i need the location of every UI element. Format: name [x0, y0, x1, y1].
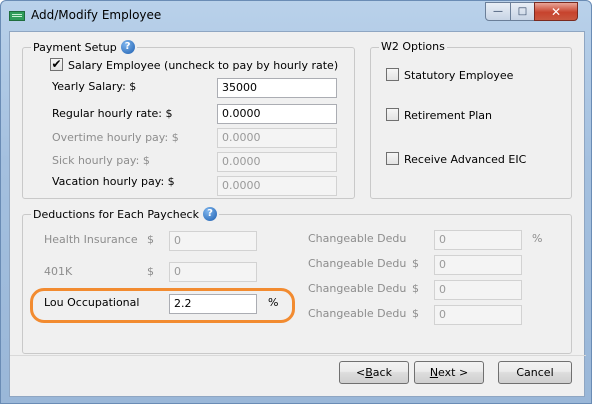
dialog-body: Payment Setup ? ✔ Salary Employee (unche… [9, 31, 586, 397]
back-button[interactable]: < Back [339, 361, 409, 384]
advanced-eic-label: Receive Advanced EIC [404, 153, 527, 166]
minimize-button[interactable]: — [485, 2, 511, 21]
close-button[interactable]: ✕ [534, 2, 578, 21]
changeable-deduction-1-label: Changeable Dedu [308, 232, 407, 245]
next-button[interactable]: Next > [414, 361, 484, 384]
changeable-deduction-1-unit: % [532, 232, 543, 245]
payment-help-icon[interactable]: ? [120, 40, 135, 54]
window-title: Add/Modify Employee [31, 8, 162, 22]
payment-setup-legend: Payment Setup [33, 40, 117, 54]
title-bar[interactable]: Add/Modify Employee — □ ✕ [1, 1, 591, 31]
regular-hourly-rate-label: Regular hourly rate: $ [52, 107, 173, 120]
yearly-salary-input[interactable]: 35000 [217, 78, 337, 98]
yearly-salary-label: Yearly Salary: $ [52, 80, 137, 93]
retirement-plan-checkbox[interactable] [386, 108, 399, 121]
overtime-hourly-pay-label: Overtime hourly pay: $ [52, 131, 179, 144]
w2-options-legend: W2 Options [381, 40, 445, 53]
changeable-deduction-2-input[interactable]: 0 [434, 255, 522, 275]
changeable-deduction-3-input[interactable]: 0 [434, 280, 522, 300]
sick-hourly-pay-label: Sick hourly pay: $ [52, 154, 150, 167]
occupational-tax-unit: % [268, 296, 279, 309]
deductions-help-icon[interactable]: ? [202, 207, 217, 221]
changeable-deduction-1-input[interactable]: 0 [434, 230, 522, 250]
changeable-deduction-2-label: Changeable Dedu [308, 257, 407, 270]
salary-employee-checkbox[interactable]: ✔ [50, 58, 63, 71]
401k-unit: $ [147, 265, 154, 278]
401k-label: 401K [44, 265, 73, 278]
app-icon [9, 11, 25, 21]
changeable-deduction-3-label: Changeable Dedu [308, 282, 407, 295]
changeable-deduction-3-unit: $ [412, 282, 419, 295]
sick-hourly-pay-input[interactable]: 0.0000 [217, 152, 337, 172]
salary-employee-label: Salary Employee (uncheck to pay by hourl… [68, 59, 339, 72]
vacation-hourly-pay-label: Vacation hourly pay: $ [52, 175, 175, 188]
button-area-separator [10, 355, 586, 356]
occupational-tax-input[interactable]: 2.2 [169, 294, 257, 314]
vacation-hourly-pay-input[interactable]: 0.0000 [217, 176, 337, 196]
changeable-deduction-4-unit: $ [412, 307, 419, 320]
overtime-hourly-pay-input[interactable]: 0.0000 [217, 128, 337, 148]
maximize-button[interactable]: □ [510, 2, 535, 21]
statutory-employee-label: Statutory Employee [404, 69, 514, 82]
401k-input[interactable]: 0 [169, 262, 257, 282]
advanced-eic-checkbox[interactable] [386, 152, 399, 165]
statutory-employee-checkbox[interactable] [386, 68, 399, 81]
cancel-button[interactable]: Cancel [498, 361, 572, 384]
regular-hourly-rate-input[interactable]: 0.0000 [217, 104, 337, 124]
occupational-tax-label: Lou Occupational [44, 296, 140, 309]
health-insurance-unit: $ [147, 233, 154, 246]
changeable-deduction-4-input[interactable]: 0 [434, 305, 522, 325]
health-insurance-input[interactable]: 0 [169, 231, 257, 251]
retirement-plan-label: Retirement Plan [404, 109, 492, 122]
changeable-deduction-4-label: Changeable Dedu [308, 307, 407, 320]
health-insurance-label: Health Insurance [44, 233, 138, 246]
changeable-deduction-2-unit: $ [412, 257, 419, 270]
dialog-window: Add/Modify Employee — □ ✕ Payment Setup … [0, 0, 592, 404]
deductions-legend: Deductions for Each Paycheck [33, 207, 199, 221]
